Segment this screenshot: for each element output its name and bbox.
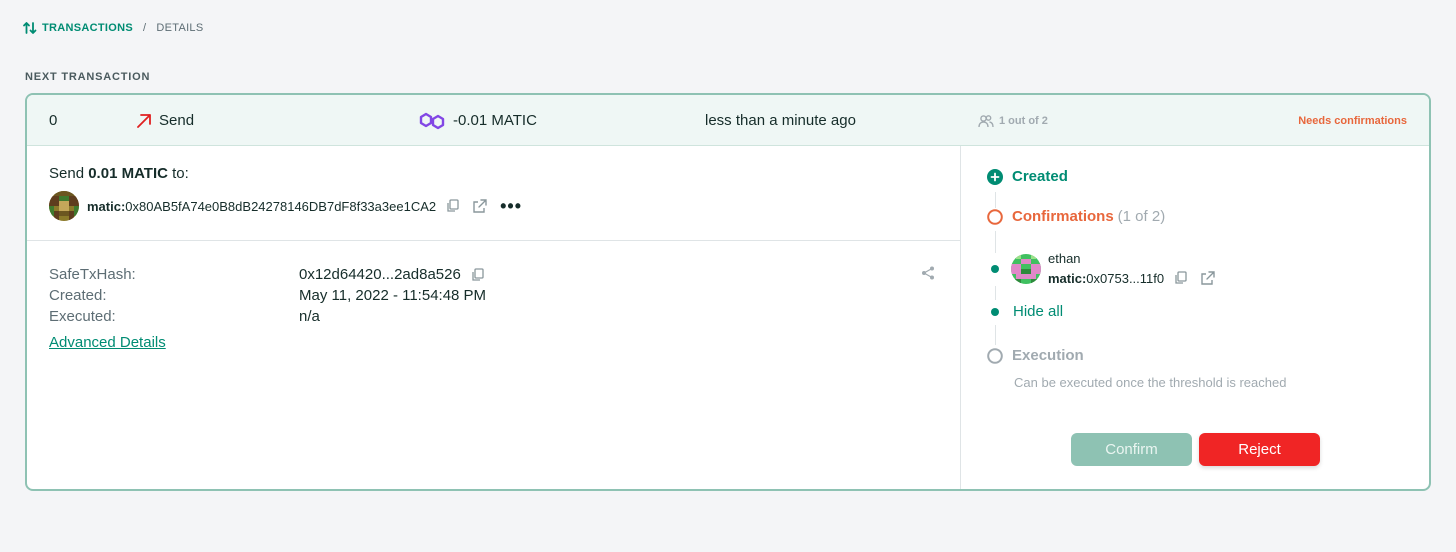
send-amount: 0.01 MATIC <box>88 165 168 182</box>
owner-info: ethan matic: 0x0753...11f0 <box>1048 251 1216 286</box>
timeline-connector <box>995 325 996 345</box>
tx-type-label: Send <box>159 112 195 129</box>
timeline-confirmations-count: (1 of 2) <box>1117 208 1166 225</box>
confirmation-owner: ethan matic: 0x0753...11f0 <box>991 251 1216 286</box>
timeline-created: Created <box>987 168 1068 185</box>
send-suffix: to: <box>172 165 189 182</box>
timeline-execution: Execution <box>987 347 1084 364</box>
timeline-confirmations-label: Confirmations <box>1012 208 1114 225</box>
owner-address-row: matic: 0x0753...11f0 <box>1048 270 1216 286</box>
recipient-address: 0x80AB5fA74e0B8dB24278146DB7dF8f33a3ee1C… <box>125 198 437 214</box>
tx-amount-value: -0.01 MATIC <box>453 112 537 129</box>
timeline-pane: Created Confirmations (1 of 2) ethan mat… <box>962 146 1429 489</box>
timeline-created-label: Created <box>1012 168 1068 185</box>
circle-outline-icon <box>987 347 1003 364</box>
confirm-button[interactable]: Confirm <box>1071 433 1192 466</box>
details-list: SafeTxHash: 0x12d64420...2ad8a526 Create… <box>49 264 486 327</box>
breadcrumb-current: DETAILS <box>156 22 204 34</box>
copy-icon[interactable] <box>1174 271 1188 285</box>
tx-type: Send <box>135 95 194 146</box>
transaction-summary-row[interactable]: 0 Send -0.01 MATIC less than a minute ag… <box>27 95 1429 146</box>
arrows-up-down-icon <box>23 22 37 34</box>
tx-nonce: 0 <box>49 112 58 129</box>
transaction-details-pane: Send 0.01 MATIC to: matic: 0x80AB5fA74e0… <box>27 146 961 489</box>
copy-icon[interactable] <box>446 199 460 213</box>
plus-circle-icon <box>987 168 1003 185</box>
tx-owners-label: 1 out of 2 <box>999 114 1048 127</box>
created-value: May 11, 2022 - 11:54:48 PM <box>299 287 487 304</box>
execution-note: Can be executed once the threshold is re… <box>1014 375 1287 390</box>
tx-owners: 1 out of 2 <box>978 95 1048 146</box>
recipient-chain-prefix: matic: <box>87 198 126 214</box>
copy-icon[interactable] <box>471 267 485 282</box>
more-options-icon[interactable]: ••• <box>500 197 522 215</box>
owner-avatar <box>1011 253 1041 284</box>
created-label: Created: <box>49 287 107 304</box>
arrow-up-right-icon <box>137 113 151 128</box>
timeline-execution-label: Execution <box>1012 347 1084 364</box>
detail-row-executed: Executed: n/a <box>49 306 486 327</box>
timeline-connector <box>995 192 996 208</box>
breadcrumb-transactions-link[interactable]: TRANSACTIONS <box>42 22 133 34</box>
safetxhash-value-wrap: 0x12d64420...2ad8a526 <box>299 266 485 283</box>
safetxhash-value: 0x12d64420...2ad8a526 <box>299 266 461 283</box>
owner-chain-prefix: matic: <box>1048 270 1087 286</box>
timeline-connector <box>995 286 996 300</box>
timeline-dot <box>991 307 999 316</box>
tx-status: Needs confirmations <box>1298 114 1407 127</box>
circle-outline-icon <box>987 208 1003 225</box>
tx-amount: -0.01 MATIC <box>419 95 537 146</box>
executed-value: n/a <box>299 308 320 325</box>
breadcrumb-separator: / <box>143 22 147 34</box>
section-title: NEXT TRANSACTION <box>25 71 151 83</box>
safetxhash-label: SafeTxHash: <box>49 266 136 283</box>
advanced-details-link[interactable]: Advanced Details <box>49 334 166 351</box>
tx-time: less than a minute ago <box>705 112 856 129</box>
polygon-icon <box>419 112 445 129</box>
timeline-connector <box>995 231 996 253</box>
timeline-dot <box>991 264 999 273</box>
external-link-icon[interactable] <box>472 198 488 214</box>
owner-address: 0x0753...11f0 <box>1086 270 1165 286</box>
hide-all-toggle[interactable]: Hide all <box>991 303 1063 320</box>
send-summary: Send 0.01 MATIC to: matic: 0x80AB5fA74e0… <box>27 146 960 241</box>
recipient-avatar <box>49 191 79 221</box>
transaction-card: 0 Send -0.01 MATIC less than a minute ag… <box>25 93 1431 491</box>
send-prefix: Send <box>49 165 85 182</box>
executed-label: Executed: <box>49 308 116 325</box>
detail-row-safetxhash: SafeTxHash: 0x12d64420...2ad8a526 <box>49 264 486 285</box>
recipient-row: matic: 0x80AB5fA74e0B8dB24278146DB7dF8f3… <box>49 191 522 221</box>
external-link-icon[interactable] <box>1200 270 1216 286</box>
hide-all-label: Hide all <box>1013 303 1064 320</box>
send-description: Send 0.01 MATIC to: <box>49 165 189 182</box>
timeline-confirmations: Confirmations (1 of 2) <box>987 208 1165 225</box>
owner-name: ethan <box>1048 251 1081 266</box>
share-icon[interactable] <box>920 265 936 286</box>
reject-button[interactable]: Reject <box>1199 433 1320 466</box>
detail-row-created: Created: May 11, 2022 - 11:54:48 PM <box>49 285 486 306</box>
owners-icon <box>978 114 994 127</box>
breadcrumb: TRANSACTIONS / DETAILS <box>22 20 204 36</box>
